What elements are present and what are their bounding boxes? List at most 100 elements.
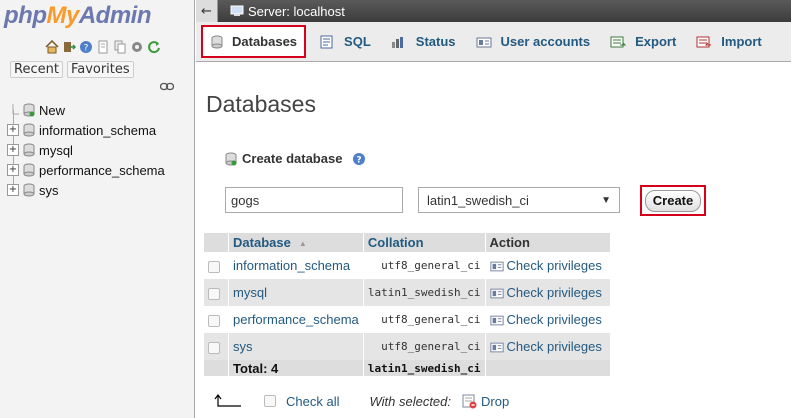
collation-select[interactable]: latin1_swedish_ci ▼ <box>418 187 620 213</box>
check-privileges-link[interactable]: Check privileges <box>485 252 611 279</box>
check-all[interactable]: Check all <box>264 394 339 409</box>
tree-item-label: performance_schema <box>39 162 165 178</box>
tab-databases[interactable]: Databases <box>201 25 307 58</box>
new-database-icon <box>225 152 237 165</box>
reload-icon[interactable] <box>146 39 161 54</box>
help-icon[interactable]: ? <box>352 152 366 166</box>
total-collation: latin1_swedish_ci <box>363 360 486 376</box>
server-icon <box>230 5 244 16</box>
link-icon[interactable] <box>160 82 174 91</box>
tree-item-performance-schema[interactable]: + performance_schema <box>7 160 192 180</box>
tree-item-new[interactable]: New <box>7 100 192 120</box>
tab-sql[interactable]: SQL <box>311 25 378 58</box>
tab-import[interactable]: Import <box>688 25 768 58</box>
check-all-checkbox[interactable] <box>264 395 276 407</box>
database-icon <box>23 183 35 197</box>
tab-label: Import <box>721 34 762 49</box>
main-content: Databases Create database ? latin1_swedi… <box>196 63 791 418</box>
drop-button[interactable]: Drop <box>461 393 509 409</box>
row-checkbox[interactable] <box>208 314 220 327</box>
gear-icon[interactable] <box>129 39 144 54</box>
main-tabs: Databases SQL Status User accounts Expor… <box>196 22 791 62</box>
tab-user-accounts[interactable]: User accounts <box>468 25 598 58</box>
privileges-icon <box>489 315 504 326</box>
database-icon <box>211 35 223 48</box>
logout-icon[interactable] <box>61 39 76 54</box>
privileges-icon <box>489 342 504 353</box>
create-button[interactable]: Create <box>645 189 701 212</box>
tab-label: SQL <box>344 34 371 49</box>
import-icon <box>696 36 712 47</box>
collation-selected-value: latin1_swedish_ci <box>427 192 529 208</box>
table-total-row: Total: 4 latin1_swedish_ci <box>204 360 611 376</box>
collapse-sidebar-button[interactable]: ← <box>196 0 218 22</box>
svg-text:?: ? <box>357 155 362 165</box>
favorites-button[interactable]: Favorites <box>66 61 134 78</box>
create-database-label: Create database ? <box>224 151 370 166</box>
tree-item-mysql[interactable]: + mysql <box>7 140 192 160</box>
new-database-icon <box>23 103 35 117</box>
tree-item-label: information_schema <box>39 122 157 138</box>
check-privileges-link[interactable]: Check privileges <box>485 333 611 360</box>
help-icon[interactable]: ? <box>78 39 93 54</box>
table-row: sys utf8_general_ci Check privileges <box>204 333 611 360</box>
sql-icon <box>320 35 333 48</box>
table-row: information_schema utf8_general_ci Check… <box>204 252 611 279</box>
copy-icon[interactable] <box>112 39 127 54</box>
collation-cell: utf8_general_ci <box>363 306 486 333</box>
sort-ascending-icon: ▲ <box>298 239 307 248</box>
collation-cell: utf8_general_ci <box>363 333 486 360</box>
collation-column-header[interactable]: Collation <box>363 233 486 252</box>
page-title: Databases <box>206 91 316 117</box>
tree-item-sys[interactable]: + sys <box>7 180 192 200</box>
server-breadcrumb[interactable]: Server: localhost <box>230 4 345 19</box>
database-name-input[interactable] <box>225 187 403 213</box>
tab-status[interactable]: Status <box>383 25 463 58</box>
users-icon <box>476 37 492 47</box>
tab-label: Export <box>635 34 677 49</box>
create-button-highlight: Create <box>640 185 706 216</box>
database-icon <box>23 123 35 137</box>
bulk-actions: Check all With selected: Drop <box>214 393 509 409</box>
tree-item-label: mysql <box>39 142 73 158</box>
database-link[interactable]: mysql <box>233 285 267 300</box>
expand-toggle[interactable]: + <box>7 124 19 136</box>
phpmyadmin-logo[interactable]: phpMyAdmin <box>4 2 190 32</box>
quick-icons: ? <box>44 39 161 55</box>
select-column-header <box>204 233 230 252</box>
with-selected-label: With selected: <box>369 393 451 409</box>
docs-icon[interactable] <box>95 39 110 54</box>
recent-favorites-tabs: Recent Favorites <box>10 61 134 78</box>
row-checkbox[interactable] <box>208 260 220 273</box>
recent-button[interactable]: Recent <box>10 61 63 78</box>
row-checkbox[interactable] <box>208 287 220 300</box>
check-privileges-link[interactable]: Check privileges <box>485 279 611 306</box>
chevron-down-icon: ▼ <box>601 194 611 206</box>
expand-toggle[interactable]: + <box>7 184 19 196</box>
database-link[interactable]: performance_schema <box>233 312 359 327</box>
server-label-text: Server: localhost <box>248 3 345 19</box>
tab-label: Databases <box>232 34 298 49</box>
export-icon <box>610 36 627 47</box>
check-privileges-link[interactable]: Check privileges <box>485 306 611 333</box>
svg-text:?: ? <box>83 43 88 53</box>
collation-cell: latin1_swedish_ci <box>363 279 486 306</box>
status-icon <box>391 36 403 48</box>
check-all-label[interactable]: Check all <box>286 394 339 409</box>
row-checkbox[interactable] <box>208 341 220 354</box>
expand-toggle[interactable]: + <box>7 164 19 176</box>
action-column-header: Action <box>485 233 611 252</box>
arrow-up-icon <box>214 394 241 407</box>
database-column-header[interactable]: Database ▲ <box>228 233 364 252</box>
tab-export[interactable]: Export <box>602 25 683 58</box>
tree-branch <box>7 104 19 116</box>
tree-item-information-schema[interactable]: + information_schema <box>7 120 192 140</box>
tree-item-label: sys <box>39 182 59 198</box>
create-database-text: Create database <box>242 151 343 166</box>
database-link[interactable]: information_schema <box>233 258 350 273</box>
navigation-sidebar: phpMyAdmin ? Recent Favorites New + info… <box>0 0 195 418</box>
drop-label: Drop <box>481 393 510 409</box>
expand-toggle[interactable]: + <box>7 144 19 156</box>
home-icon[interactable] <box>44 39 59 54</box>
database-link[interactable]: sys <box>233 339 253 354</box>
